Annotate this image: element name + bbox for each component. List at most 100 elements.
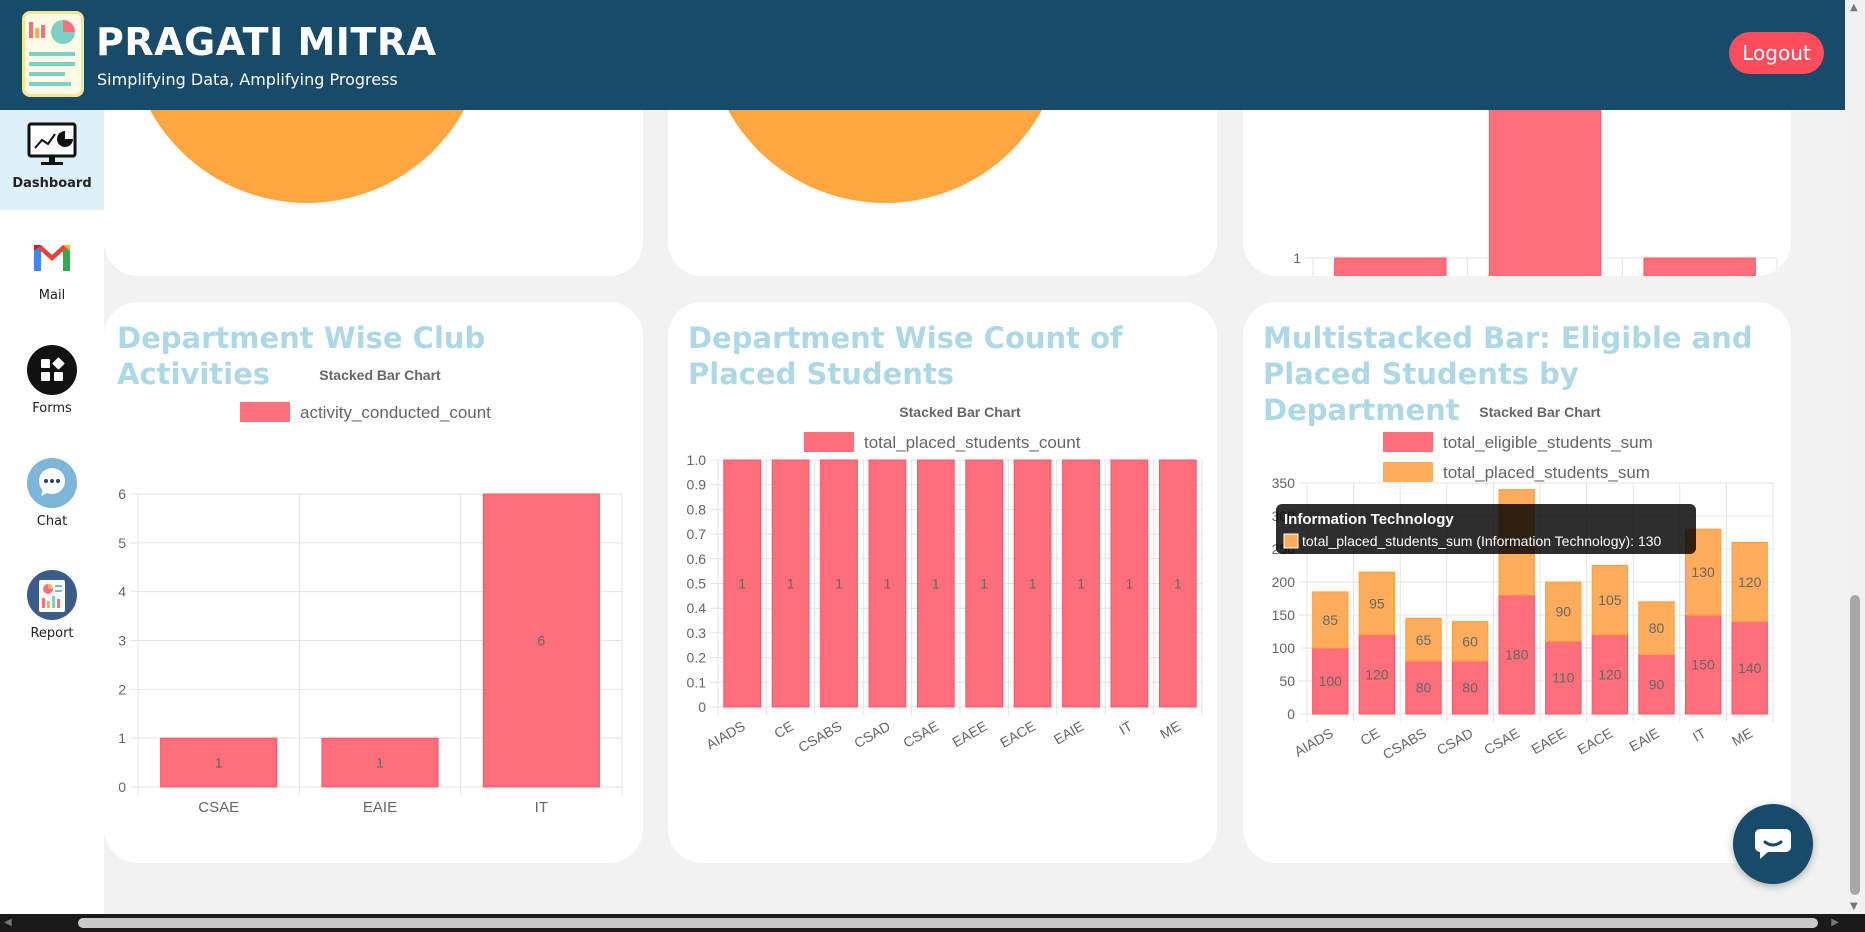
- vertical-scroll-thumb[interactable]: [1850, 595, 1860, 895]
- x-tick-label: EAIE: [363, 799, 397, 816]
- x-tick-label: IT: [535, 799, 548, 816]
- bar-value-label: 1: [1174, 576, 1182, 592]
- scroll-up-icon[interactable]: ▲: [1850, 2, 1858, 13]
- x-tick-label: IT: [1690, 725, 1709, 745]
- bar-value-label: 85: [1323, 612, 1339, 628]
- vertical-scrollbar[interactable]: ▲ ▼: [1845, 0, 1865, 914]
- horizontal-scrollbar[interactable]: ◀ ▶: [0, 914, 1865, 932]
- legend-label: total_placed_students_count: [864, 433, 1081, 452]
- pie-chart-1: [150, 110, 464, 203]
- sidebar-item-chat[interactable]: Chat: [0, 448, 104, 548]
- bar-value-label: 1: [884, 576, 892, 592]
- x-tick-label: CSAD: [1434, 725, 1476, 758]
- bar-value-label: 120: [1598, 666, 1622, 682]
- bar-value-label: 140: [1738, 660, 1762, 676]
- sidebar-item-dashboard[interactable]: Dashboard: [0, 110, 104, 210]
- sidebar-label-mail: Mail: [38, 288, 66, 303]
- y-tick-label: 0.5: [687, 576, 707, 592]
- club-activities-chart: Stacked Bar Chart activity_conducted_coun…: [118, 367, 623, 816]
- bar-value-label: 1: [1077, 576, 1085, 592]
- legend-swatch: [1383, 462, 1433, 482]
- bar-value-label: 1: [1029, 576, 1037, 592]
- y-tick-label: 4: [118, 584, 126, 600]
- sidebar-item-forms[interactable]: Forms: [0, 335, 104, 435]
- bar-value-label: 95: [1369, 595, 1385, 611]
- bar-value-label: 1: [376, 755, 384, 771]
- card-pie-1: [104, 110, 643, 276]
- scroll-down-icon[interactable]: ▼: [1850, 901, 1858, 912]
- y-tick-label: 50: [1279, 673, 1295, 689]
- x-tick-label: EAEE: [949, 718, 989, 751]
- x-tick-label: ME: [1729, 725, 1755, 749]
- bar-value-label: 1: [980, 576, 988, 592]
- y-tick-label: 2: [118, 681, 126, 697]
- y-tick-label: 1: [1293, 250, 1301, 266]
- x-tick-label: CE: [1358, 725, 1383, 749]
- x-tick-label: IT: [1116, 718, 1135, 738]
- sidebar-label-dashboard: Dashboard: [12, 176, 92, 191]
- y-tick-label: 0: [1287, 706, 1295, 722]
- app-title: PRAGATI MITRA: [96, 20, 437, 64]
- bar-value-label: 120: [1365, 666, 1389, 682]
- bar-value-label: 1: [1126, 576, 1134, 592]
- x-tick-label: CSAE: [900, 718, 941, 751]
- tooltip-swatch: [1283, 533, 1299, 549]
- card-pie-2: [668, 110, 1217, 276]
- y-tick-label: 150: [1272, 607, 1296, 623]
- sidebar-item-report[interactable]: Report: [0, 560, 104, 660]
- bar-value-label: 110: [1552, 670, 1575, 686]
- x-tick-label: EAEE: [1528, 725, 1568, 758]
- sidebar: Dashboard Mail Forms Chat Report: [0, 110, 104, 914]
- chat-icon: [27, 458, 77, 508]
- y-tick-label: 350: [1272, 475, 1296, 491]
- sidebar-label-forms: Forms: [32, 401, 72, 416]
- bar-value-label: 80: [1649, 620, 1665, 636]
- chatbot-button[interactable]: [1733, 804, 1813, 884]
- sidebar-item-mail[interactable]: Mail: [0, 222, 104, 322]
- scroll-left-icon[interactable]: ◀: [4, 917, 12, 928]
- chat-bubble-icon: [1755, 829, 1791, 859]
- bar-value-label: 1: [835, 576, 843, 592]
- sidebar-label-report: Report: [30, 626, 74, 641]
- x-tick-label: CE: [771, 718, 796, 742]
- y-tick-label: 5: [118, 535, 126, 551]
- bar-value-label: 60: [1462, 633, 1478, 649]
- legend-swatch: [804, 432, 854, 452]
- horizontal-scroll-thumb[interactable]: [78, 918, 1818, 928]
- forms-icon: [27, 345, 77, 395]
- chart-title: Stacked Bar Chart: [1479, 404, 1601, 420]
- legend-label: total_placed_students_sum: [1443, 463, 1650, 482]
- chart-title: Stacked Bar Chart: [899, 404, 1021, 420]
- card-multistacked: Multistacked Bar: Eligible and Placed St…: [1243, 302, 1791, 863]
- y-tick-label: 100: [1272, 640, 1296, 656]
- bar-value-label: 150: [1691, 657, 1715, 673]
- legend-swatch: [240, 402, 290, 422]
- bar-value-label: 1: [215, 755, 223, 771]
- x-tick-label: AIADS: [703, 718, 747, 753]
- bar-csae: [1334, 257, 1447, 276]
- y-tick-label: 0.6: [687, 551, 707, 567]
- tooltip-body: total_placed_students_sum (Information T…: [1302, 533, 1662, 549]
- pie-slice: [150, 110, 464, 203]
- x-tick-label: CSAE: [1481, 725, 1522, 758]
- pie-slice: [728, 110, 1042, 203]
- y-tick-label: 0.4: [687, 600, 707, 616]
- dashboard-content: 011CSAEIT1EAIE Department Wise Club Acti…: [104, 110, 1843, 914]
- bar-value-label: 100: [1319, 673, 1343, 689]
- x-tick-label: CSABS: [795, 718, 844, 756]
- y-tick-label: 1: [118, 730, 126, 746]
- scroll-right-icon[interactable]: ▶: [1831, 917, 1839, 928]
- bar-eaie: [1643, 257, 1756, 276]
- y-tick-label: 0: [698, 699, 706, 715]
- card-bar-top: 011CSAEIT1EAIE: [1243, 110, 1791, 276]
- app-logo: [22, 11, 84, 97]
- logout-button[interactable]: Logout: [1729, 32, 1824, 74]
- x-tick-label: CSAE: [198, 799, 239, 816]
- x-tick-label: EAIE: [1626, 725, 1662, 755]
- bar-value-label: 1: [932, 576, 940, 592]
- bar-value-label: 1: [787, 576, 795, 592]
- bar-value-label: 90: [1649, 676, 1665, 692]
- legend-label: total_eligible_students_sum: [1443, 433, 1653, 452]
- placed-students-chart: Stacked Bar Chart total_placed_students_c…: [687, 404, 1203, 756]
- mail-icon: [27, 232, 77, 282]
